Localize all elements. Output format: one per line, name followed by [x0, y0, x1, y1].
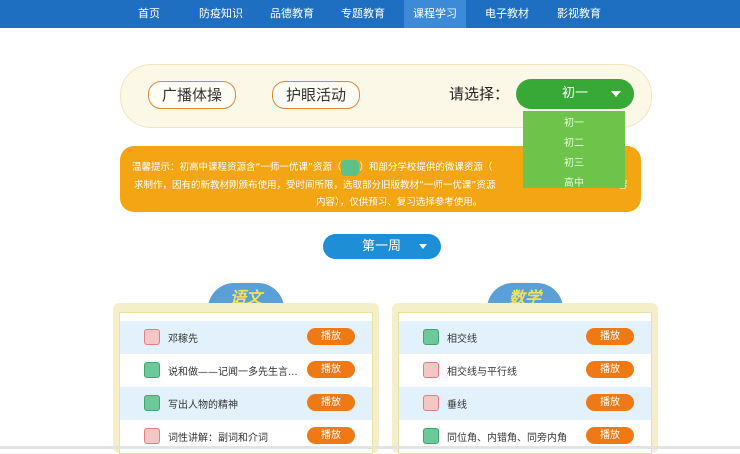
list-item: 说和做——记闻一多先生言... 播放	[120, 354, 372, 387]
nav-item-epidemic[interactable]: 防疫知识	[193, 0, 249, 28]
grade-select-label: 请选择：	[449, 85, 510, 103]
list-item: 垂线 播放	[399, 387, 651, 420]
document-icon	[144, 428, 160, 444]
nav-item-ebooks[interactable]: 电子教材	[479, 0, 535, 28]
notice-text: 温馨提示：初高中课程资源含“一师一优课”资源（	[132, 162, 342, 173]
grade-option[interactable]: 高中	[564, 174, 584, 189]
lesson-title[interactable]: 说和做——记闻一多先生言...	[168, 363, 298, 378]
lesson-title[interactable]: 邓稼先	[168, 330, 198, 345]
lesson-title[interactable]: 写出人物的精神	[168, 396, 238, 411]
subject-panel-math: 相交线 播放 相交线与平行线 播放 垂线 播放 同位角、内错角、同旁内角 播放	[392, 303, 658, 454]
lesson-title[interactable]: 相交线	[447, 330, 477, 345]
play-button[interactable]: 播放	[307, 361, 355, 378]
video-icon	[423, 428, 439, 444]
notice-text: ）和部分学校提供的微课资源（	[359, 162, 493, 173]
play-button[interactable]: 播放	[586, 394, 634, 411]
eye-exercise-button[interactable]: 护眼活动	[272, 81, 360, 109]
week-select-value: 第一周	[362, 239, 402, 254]
document-icon	[423, 395, 439, 411]
lesson-title[interactable]: 同位角、内错角、同旁内角	[447, 429, 567, 444]
nav-item-courses[interactable]: 课程学习	[404, 0, 466, 28]
document-icon	[144, 329, 160, 345]
video-icon	[341, 159, 360, 176]
video-icon	[144, 395, 160, 411]
grade-option[interactable]: 初二	[564, 134, 584, 149]
play-button[interactable]: 播放	[586, 328, 634, 345]
play-button[interactable]: 播放	[586, 361, 634, 378]
grade-option[interactable]: 初一	[564, 114, 584, 129]
broadcast-exercise-button[interactable]: 广播体操	[148, 81, 236, 109]
lesson-list: 相交线 播放 相交线与平行线 播放 垂线 播放 同位角、内错角、同旁内角 播放	[398, 312, 652, 454]
nav-item-morality[interactable]: 品德教育	[264, 0, 320, 28]
chevron-down-icon	[611, 91, 621, 97]
play-button[interactable]: 播放	[307, 427, 355, 444]
document-icon	[423, 362, 439, 378]
nav-item-topics[interactable]: 专题教育	[335, 0, 391, 28]
grade-select-value: 初一	[562, 86, 589, 101]
top-nav: 首页 防疫知识 品德教育 专题教育 课程学习 电子教材 影视教育	[0, 0, 740, 28]
lesson-title[interactable]: 垂线	[447, 396, 467, 411]
notice-line-2: 求制作，因有的新教材刚颁布使用，受时间所限，选取部分旧版教材“一师一优课”资源	[134, 180, 496, 191]
grade-select[interactable]: 初一	[516, 79, 634, 109]
subject-panel-chinese: 邓稼先 播放 说和做——记闻一多先生言... 播放 写出人物的精神 播放 词性讲…	[113, 303, 379, 454]
list-item: 相交线与平行线 播放	[399, 354, 651, 387]
list-item: 相交线 播放	[399, 321, 651, 354]
lesson-title[interactable]: 词性讲解：副词和介词	[168, 429, 268, 444]
video-icon	[423, 329, 439, 345]
nav-item-films[interactable]: 影视教育	[551, 0, 607, 28]
grade-dropdown: 初一 初二 初三 高中	[523, 111, 625, 189]
play-button[interactable]: 播放	[307, 394, 355, 411]
play-button[interactable]: 播放	[307, 328, 355, 345]
notice-line-1: 温馨提示：初高中课程资源含“一师一优课”资源（ ）和部分学校提供的微课资源（	[132, 159, 492, 176]
video-icon	[144, 362, 160, 378]
list-item: 写出人物的精神 播放	[120, 387, 372, 420]
lesson-title[interactable]: 相交线与平行线	[447, 363, 517, 378]
list-item: 邓稼先 播放	[120, 321, 372, 354]
play-button[interactable]: 播放	[586, 427, 634, 444]
nav-item-home[interactable]: 首页	[128, 0, 170, 28]
chevron-down-icon	[419, 244, 427, 249]
week-select[interactable]: 第一周	[323, 234, 441, 259]
grade-option[interactable]: 初三	[564, 154, 584, 169]
notice-line-3: 内容），仅供预习、复习选择参考使用。	[316, 197, 483, 208]
lesson-list: 邓稼先 播放 说和做——记闻一多先生言... 播放 写出人物的精神 播放 词性讲…	[119, 312, 373, 454]
